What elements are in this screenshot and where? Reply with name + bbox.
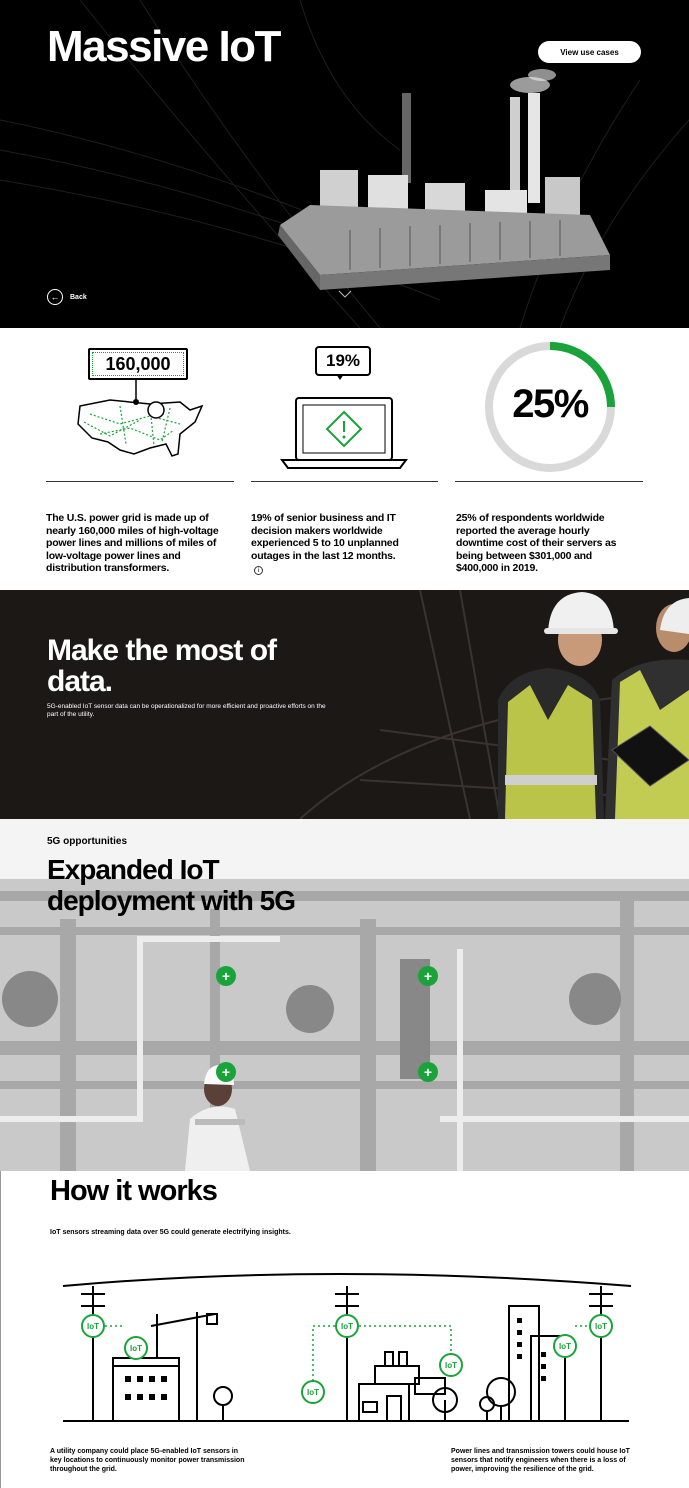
stats-section: 160,000 The U.S. power grid is made up o… — [0, 328, 689, 590]
power-plant-image — [278, 69, 610, 290]
hotspot-plus-button[interactable]: + — [216, 1062, 236, 1082]
section-kicker: 5G opportunities — [47, 836, 127, 847]
hotspot-plus-button[interactable]: + — [418, 966, 438, 986]
iot-sensor-icon: IoT — [335, 1314, 359, 1338]
section-title: Expanded IoT deployment with 5G — [47, 854, 296, 916]
info-icon[interactable]: i — [254, 566, 263, 575]
how-it-works-section: How it works IoT sensors streaming data … — [0, 1171, 689, 1488]
section-subtitle: 5G-enabled IoT sensor data can be operat… — [47, 703, 326, 718]
stat-badge-miles: 160,000 — [88, 348, 188, 380]
iot-sensor-icon: IoT — [124, 1336, 148, 1360]
back-label: Back — [70, 293, 87, 301]
section-subtitle: IoT sensors streaming data over 5G could… — [50, 1229, 291, 1236]
data-section: Make the most of data. 5G-enabled IoT se… — [0, 590, 689, 819]
laptop-alert-icon — [280, 374, 408, 469]
caption-left: A utility company could place 5G-enabled… — [50, 1448, 245, 1473]
fiveg-section: 5G opportunities Expanded IoT deployment… — [0, 819, 689, 1171]
stat-divider — [251, 481, 438, 482]
iot-sensor-icon: IoT — [301, 1380, 325, 1404]
stat-text: The U.S. power grid is made up of nearly… — [46, 512, 219, 574]
section-title: How it works — [50, 1175, 218, 1207]
stat-badge-outages: 19% — [315, 346, 371, 376]
iot-sensor-icon: IoT — [553, 1334, 577, 1358]
hotspot-plus-button[interactable]: + — [216, 966, 236, 986]
stat-percent-value: 25% — [512, 382, 589, 426]
iot-sensor-icon: IoT — [589, 1314, 613, 1338]
iot-sensor-icon: IoT — [81, 1314, 105, 1338]
stat-text: 25% of respondents worldwide reported th… — [456, 512, 617, 574]
caption-right: Power lines and transmission towers coul… — [451, 1448, 630, 1473]
back-arrow-icon: ← — [47, 289, 63, 305]
stat-divider — [455, 481, 643, 482]
chevron-down-icon[interactable] — [338, 290, 352, 298]
grid-illustration — [62, 1273, 632, 1422]
stat-text: 19% of senior business and IT decision m… — [251, 512, 399, 562]
iot-sensor-icon: IoT — [439, 1353, 463, 1377]
stat-divider — [46, 481, 234, 482]
hotspot-plus-button[interactable]: + — [418, 1062, 438, 1082]
back-link[interactable]: ← Back — [47, 289, 87, 305]
section-title: Make the most of data. — [47, 634, 277, 698]
hero-section: Massive IoT View use cases ← Back — [0, 0, 689, 328]
